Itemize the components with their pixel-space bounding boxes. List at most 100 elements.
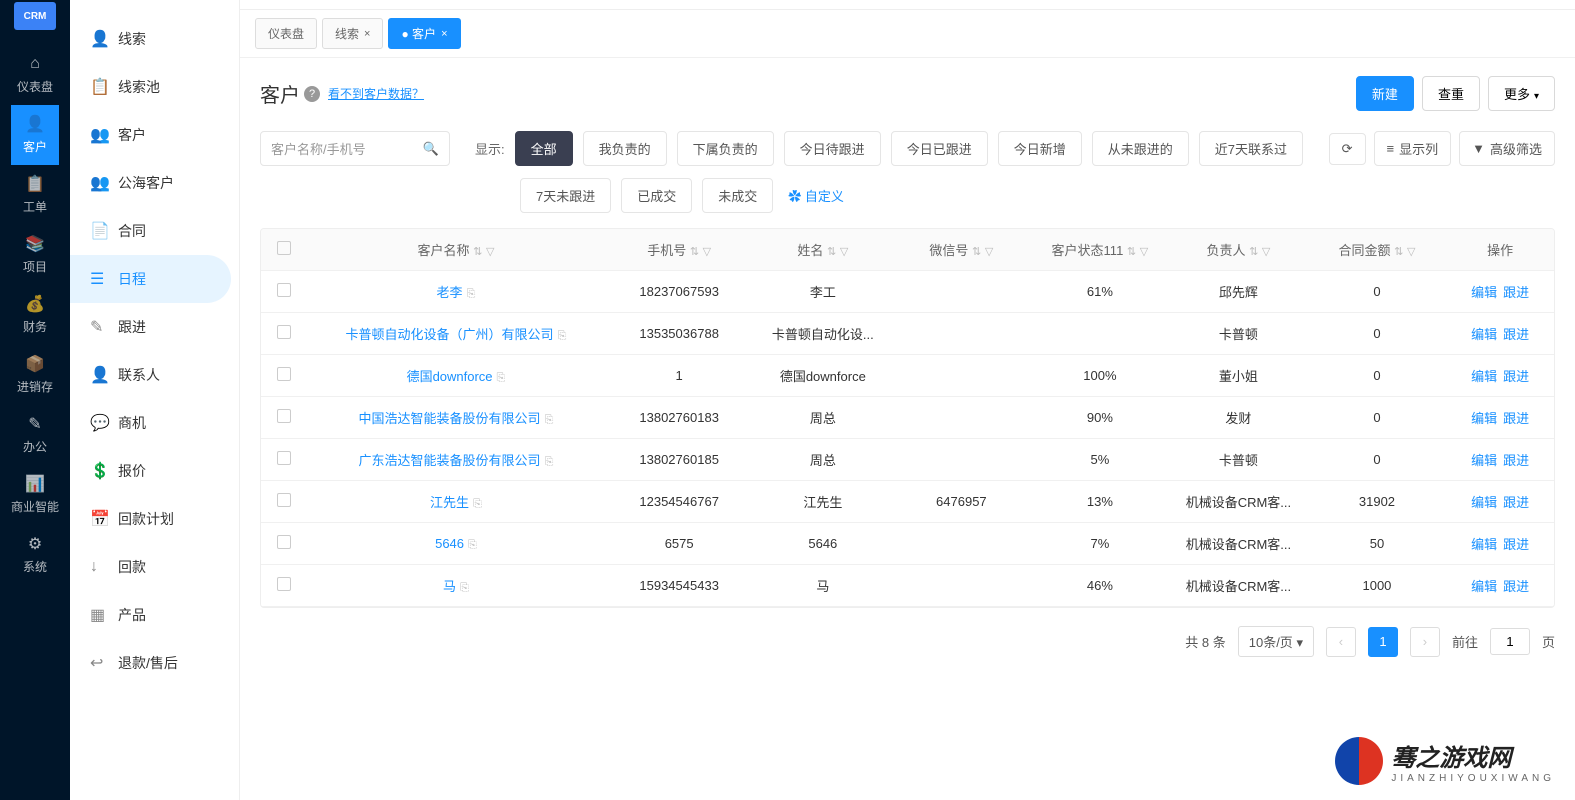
sidebar-item-线索[interactable]: 👤线索 [70,15,239,63]
sidebar-item-跟进[interactable]: ✎跟进 [70,303,239,351]
filter-icon[interactable]: ▽ [1407,246,1415,258]
edit-link[interactable]: 编辑 [1471,369,1497,384]
filter-chip-我负责的[interactable]: 我负责的 [583,131,667,166]
filter-icon[interactable]: ▽ [1140,246,1148,258]
follow-link[interactable]: 跟进 [1503,453,1529,468]
page-1-button[interactable]: 1 [1368,627,1398,657]
column-header-合同金额[interactable]: 合同金额 ⇅ ▽ [1308,229,1447,271]
copy-icon[interactable]: ⎘ [467,288,476,300]
new-button[interactable]: 新建 [1356,76,1414,111]
columns-button[interactable]: ≡显示列 [1374,131,1452,166]
copy-icon[interactable]: ⎘ [468,539,477,551]
prev-page-button[interactable]: ‹ [1326,627,1356,657]
row-checkbox[interactable] [277,367,291,381]
row-checkbox[interactable] [277,535,291,549]
follow-link[interactable]: 跟进 [1503,579,1529,594]
nav-item-进销存[interactable]: 📦进销存 [11,345,59,405]
filter-chip-7天未跟进[interactable]: 7天未跟进 [520,178,611,213]
row-checkbox[interactable] [277,577,291,591]
next-page-button[interactable]: › [1410,627,1440,657]
filter-chip-未成交[interactable]: 未成交 [702,178,773,213]
page-hint-link[interactable]: 看不到客户数据？ [328,85,424,102]
row-checkbox[interactable] [277,493,291,507]
close-icon[interactable]: × [364,28,370,40]
copy-icon[interactable]: ⎘ [497,372,506,384]
copy-icon[interactable]: ⎘ [473,498,482,510]
sidebar-item-报价[interactable]: 💲报价 [70,447,239,495]
filter-chip-今日待跟进[interactable]: 今日待跟进 [784,131,881,166]
column-header-姓名[interactable]: 姓名 ⇅ ▽ [754,229,893,271]
row-checkbox[interactable] [277,283,291,297]
column-header-客户状态111[interactable]: 客户状态111 ⇅ ▽ [1031,229,1170,271]
row-checkbox[interactable] [277,451,291,465]
customer-name-link[interactable]: 德国downforce⎘ [307,355,605,397]
select-all-checkbox[interactable] [277,241,291,255]
row-checkbox[interactable] [277,409,291,423]
search-input[interactable]: 客户名称/手机号 🔍 [260,131,450,166]
reset-button[interactable]: 查重 [1422,76,1480,111]
customer-name-link[interactable]: 卡普顿自动化设备（广州）有限公司⎘ [307,313,605,355]
filter-chip-下属负责的[interactable]: 下属负责的 [677,131,774,166]
nav-item-工单[interactable]: 📋工单 [11,165,59,225]
copy-icon[interactable]: ⎘ [460,582,469,594]
nav-item-仪表盘[interactable]: ⌂仪表盘 [11,45,59,105]
filter-icon[interactable]: ▽ [840,246,848,258]
customer-name-link[interactable]: 5646⎘ [307,523,605,565]
sidebar-item-线索池[interactable]: 📋线索池 [70,63,239,111]
nav-item-财务[interactable]: 💰财务 [11,285,59,345]
tab-仪表盘[interactable]: 仪表盘 [255,18,317,49]
column-header-负责人[interactable]: 负责人 ⇅ ▽ [1169,229,1308,271]
advanced-filter-button[interactable]: ▼高级筛选 [1459,131,1555,166]
nav-item-办公[interactable]: ✎办公 [11,405,59,465]
follow-link[interactable]: 跟进 [1503,537,1529,552]
column-header-微信号[interactable]: 微信号 ⇅ ▽ [892,229,1031,271]
page-size-select[interactable]: 10条/页 ▾ [1238,626,1314,657]
filter-chip-已成交[interactable]: 已成交 [621,178,692,213]
custom-filter-button[interactable]: ✿ 自定义 [783,179,849,212]
goto-page-input[interactable] [1490,628,1530,655]
sidebar-item-联系人[interactable]: 👤联系人 [70,351,239,399]
copy-icon[interactable]: ⎘ [545,456,554,468]
sidebar-item-产品[interactable]: ▦产品 [70,591,239,639]
sidebar-item-商机[interactable]: 💬商机 [70,399,239,447]
tab-● 客户[interactable]: ● 客户× [388,18,460,49]
refresh-button[interactable]: ⟳ [1329,133,1366,165]
help-icon[interactable]: ? [304,86,320,102]
customer-name-link[interactable]: 马⎘ [307,565,605,607]
sidebar-item-日程[interactable]: ☰日程 [70,255,231,303]
sidebar-item-回款计划[interactable]: 📅回款计划 [70,495,239,543]
filter-icon[interactable]: ▽ [486,246,494,258]
edit-link[interactable]: 编辑 [1471,285,1497,300]
tab-线索[interactable]: 线索× [322,18,383,49]
copy-icon[interactable]: ⎘ [545,414,554,426]
filter-icon[interactable]: ▽ [1262,246,1270,258]
follow-link[interactable]: 跟进 [1503,369,1529,384]
more-button[interactable]: 更多▾ [1488,76,1555,111]
follow-link[interactable]: 跟进 [1503,411,1529,426]
nav-item-项目[interactable]: 📚项目 [11,225,59,285]
nav-item-系统[interactable]: ⚙系统 [11,525,59,585]
column-header-手机号[interactable]: 手机号 ⇅ ▽ [605,229,754,271]
customer-name-link[interactable]: 老李⎘ [307,271,605,313]
filter-chip-今日已跟进[interactable]: 今日已跟进 [891,131,988,166]
filter-chip-从未跟进的[interactable]: 从未跟进的 [1092,131,1189,166]
customer-name-link[interactable]: 广东浩达智能装备股份有限公司⎘ [307,439,605,481]
sidebar-item-客户[interactable]: 👥客户 [70,111,239,159]
edit-link[interactable]: 编辑 [1471,537,1497,552]
nav-item-客户[interactable]: 👤客户 [11,105,59,165]
filter-chip-近7天联系过[interactable]: 近7天联系过 [1199,131,1303,166]
edit-link[interactable]: 编辑 [1471,327,1497,342]
copy-icon[interactable]: ⎘ [558,330,567,342]
follow-link[interactable]: 跟进 [1503,495,1529,510]
follow-link[interactable]: 跟进 [1503,327,1529,342]
sidebar-item-公海客户[interactable]: 👥公海客户 [70,159,239,207]
edit-link[interactable]: 编辑 [1471,495,1497,510]
column-header-客户名称[interactable]: 客户名称 ⇅ ▽ [307,229,605,271]
edit-link[interactable]: 编辑 [1471,579,1497,594]
sidebar-item-退款/售后[interactable]: ↩退款/售后 [70,639,239,687]
nav-item-商业智能[interactable]: 📊商业智能 [11,465,59,525]
edit-link[interactable]: 编辑 [1471,453,1497,468]
filter-icon[interactable]: ▽ [703,246,711,258]
close-icon[interactable]: × [441,28,447,40]
filter-chip-今日新增[interactable]: 今日新增 [998,131,1082,166]
